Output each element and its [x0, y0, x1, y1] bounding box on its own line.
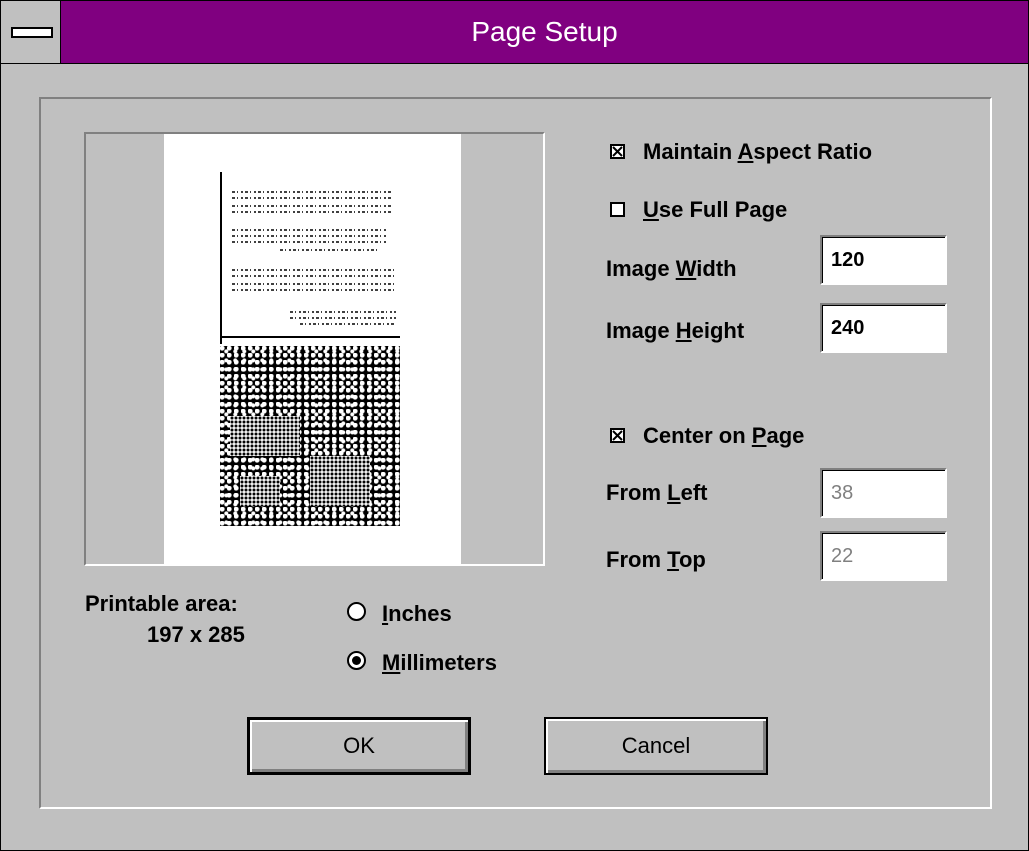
center-on-page-label[interactable]: Center on Page	[643, 423, 804, 449]
from-top-field[interactable]	[820, 531, 947, 581]
center-on-page-checkbox[interactable]	[610, 428, 625, 443]
preview-image-picture-area	[220, 346, 400, 526]
preview-image-texture	[240, 476, 280, 506]
ok-button-label: OK	[343, 733, 375, 758]
from-left-input[interactable]	[822, 470, 945, 516]
system-menu-icon	[11, 27, 53, 38]
page-setup-dialog: Page Setup Printable area: 197 x 285 Inc…	[0, 0, 1029, 851]
page-preview	[84, 132, 545, 566]
preview-image-text-area	[220, 172, 400, 344]
image-height-label: Image Height	[606, 318, 745, 343]
use-full-page-checkbox[interactable]	[610, 202, 625, 217]
system-menu-button[interactable]	[1, 1, 61, 63]
image-height-input[interactable]	[822, 305, 945, 351]
use-full-page-label[interactable]: Use Full Page	[643, 197, 787, 223]
from-left-field[interactable]	[820, 468, 947, 518]
image-width-field[interactable]	[820, 235, 947, 285]
ok-button[interactable]: OK	[247, 717, 471, 775]
radio-selected-dot	[352, 656, 361, 665]
preview-image-texture	[310, 456, 370, 506]
printable-area-label: Printable area:	[85, 591, 238, 616]
printable-area-value: 197 x 285	[147, 622, 245, 647]
title-bar[interactable]: Page Setup	[1, 1, 1028, 64]
checkmark-x-icon	[612, 430, 623, 441]
image-width-input[interactable]	[822, 237, 945, 283]
image-height-field[interactable]	[820, 303, 947, 353]
image-width-label: Image Width	[606, 256, 737, 281]
from-top-label: From Top	[606, 547, 706, 572]
preview-paper	[164, 134, 461, 564]
maintain-aspect-checkbox[interactable]	[610, 144, 625, 159]
inches-label[interactable]: Inches	[382, 601, 452, 627]
maintain-aspect-label[interactable]: Maintain Aspect Ratio	[643, 139, 872, 165]
preview-image-texture	[230, 416, 300, 456]
millimeters-label[interactable]: Millimeters	[382, 650, 497, 676]
from-top-input[interactable]	[822, 533, 945, 579]
cancel-button-label: Cancel	[621, 733, 691, 758]
window-title: Page Setup	[471, 16, 618, 47]
cancel-button[interactable]: Cancel	[544, 717, 768, 775]
inches-radio[interactable]	[347, 602, 366, 621]
millimeters-radio[interactable]	[347, 651, 366, 670]
from-left-label: From Left	[606, 480, 708, 505]
checkmark-x-icon	[612, 146, 623, 157]
